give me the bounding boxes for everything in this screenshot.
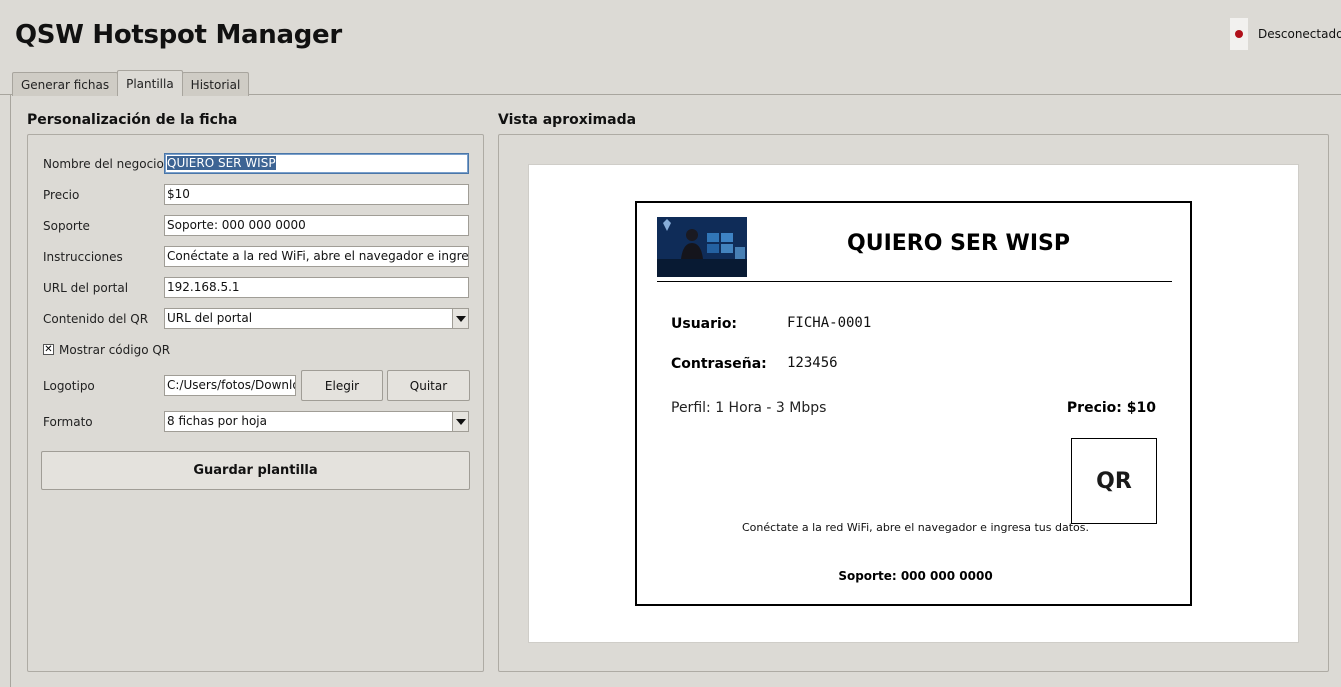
price-input[interactable]: $10 [164, 184, 469, 205]
format-value: 8 fichas por hoja [167, 414, 267, 428]
portal-url-input[interactable]: 192.168.5.1 [164, 277, 469, 298]
support-label: Soporte [43, 219, 90, 233]
ticket-instructions: Conéctate a la red WiFi, abre el navegad… [742, 521, 1089, 534]
instructions-label: Instrucciones [43, 250, 123, 264]
price-label: Precio [43, 188, 80, 202]
tab-generar-fichas[interactable]: Generar fichas [12, 72, 119, 96]
status-text: Desconectado [1258, 27, 1341, 41]
ticket-profile: Perfil: 1 Hora - 3 Mbps [671, 400, 827, 416]
qr-content-value: URL del portal [167, 311, 253, 325]
status-indicator [1230, 18, 1248, 50]
logo-path-input[interactable]: C:/Users/fotos/Downloa [164, 375, 296, 396]
show-qr-checkbox[interactable]: ✕ [43, 344, 54, 355]
logo-image [657, 217, 747, 277]
ticket-divider [657, 281, 1172, 282]
show-qr-label[interactable]: Mostrar código QR [59, 343, 170, 357]
choose-logo-button[interactable]: Elegir [301, 370, 383, 401]
ticket-password-value: 123456 [787, 355, 838, 371]
connection-status: Desconectado [1230, 18, 1341, 50]
logo-label: Logotipo [43, 379, 95, 393]
ticket-preview: QUIERO SER WISP Usuario: FICHA-0001 Cont… [635, 201, 1192, 606]
tab-plantilla[interactable]: Plantilla [117, 70, 183, 96]
frame-edge [10, 94, 11, 687]
qr-content-select[interactable]: URL del portal [164, 308, 469, 329]
app-title: QSW Hotspot Manager [15, 20, 342, 50]
instructions-input[interactable]: Conéctate a la red WiFi, abre el navegad… [164, 246, 469, 267]
chevron-down-icon[interactable] [452, 309, 468, 328]
status-dot-icon [1235, 30, 1243, 38]
ticket-price: Precio: $10 [1066, 400, 1156, 416]
business-name-input[interactable]: QUIERO SER WISP [164, 153, 469, 174]
tab-bar: Generar fichas Plantilla Historial [12, 70, 250, 96]
ticket-user-value: FICHA-0001 [787, 315, 872, 331]
business-name-label: Nombre del negocio [43, 157, 164, 171]
tab-historial[interactable]: Historial [181, 72, 250, 96]
preview-section-title: Vista aproximada [498, 112, 637, 128]
qr-content-label: Contenido del QR [43, 312, 149, 326]
support-input[interactable]: Soporte: 000 000 0000 [164, 215, 469, 236]
business-name-value: QUIERO SER WISP [167, 156, 276, 170]
ticket-support: Soporte: 000 000 0000 [838, 569, 993, 583]
ticket-user-label: Usuario: [671, 316, 738, 332]
ticket-business-name: QUIERO SER WISP [847, 231, 1070, 256]
save-template-button[interactable]: Guardar plantilla [41, 451, 470, 490]
ticket-qr-placeholder: QR [1071, 438, 1157, 524]
format-label: Formato [43, 415, 93, 429]
ticket-password-label: Contraseña: [671, 356, 767, 372]
remove-logo-button[interactable]: Quitar [387, 370, 470, 401]
chevron-down-icon[interactable] [452, 412, 468, 431]
form-section-title: Personalización de la ficha [27, 112, 238, 128]
portal-url-label: URL del portal [43, 281, 129, 295]
format-select[interactable]: 8 fichas por hoja [164, 411, 469, 432]
